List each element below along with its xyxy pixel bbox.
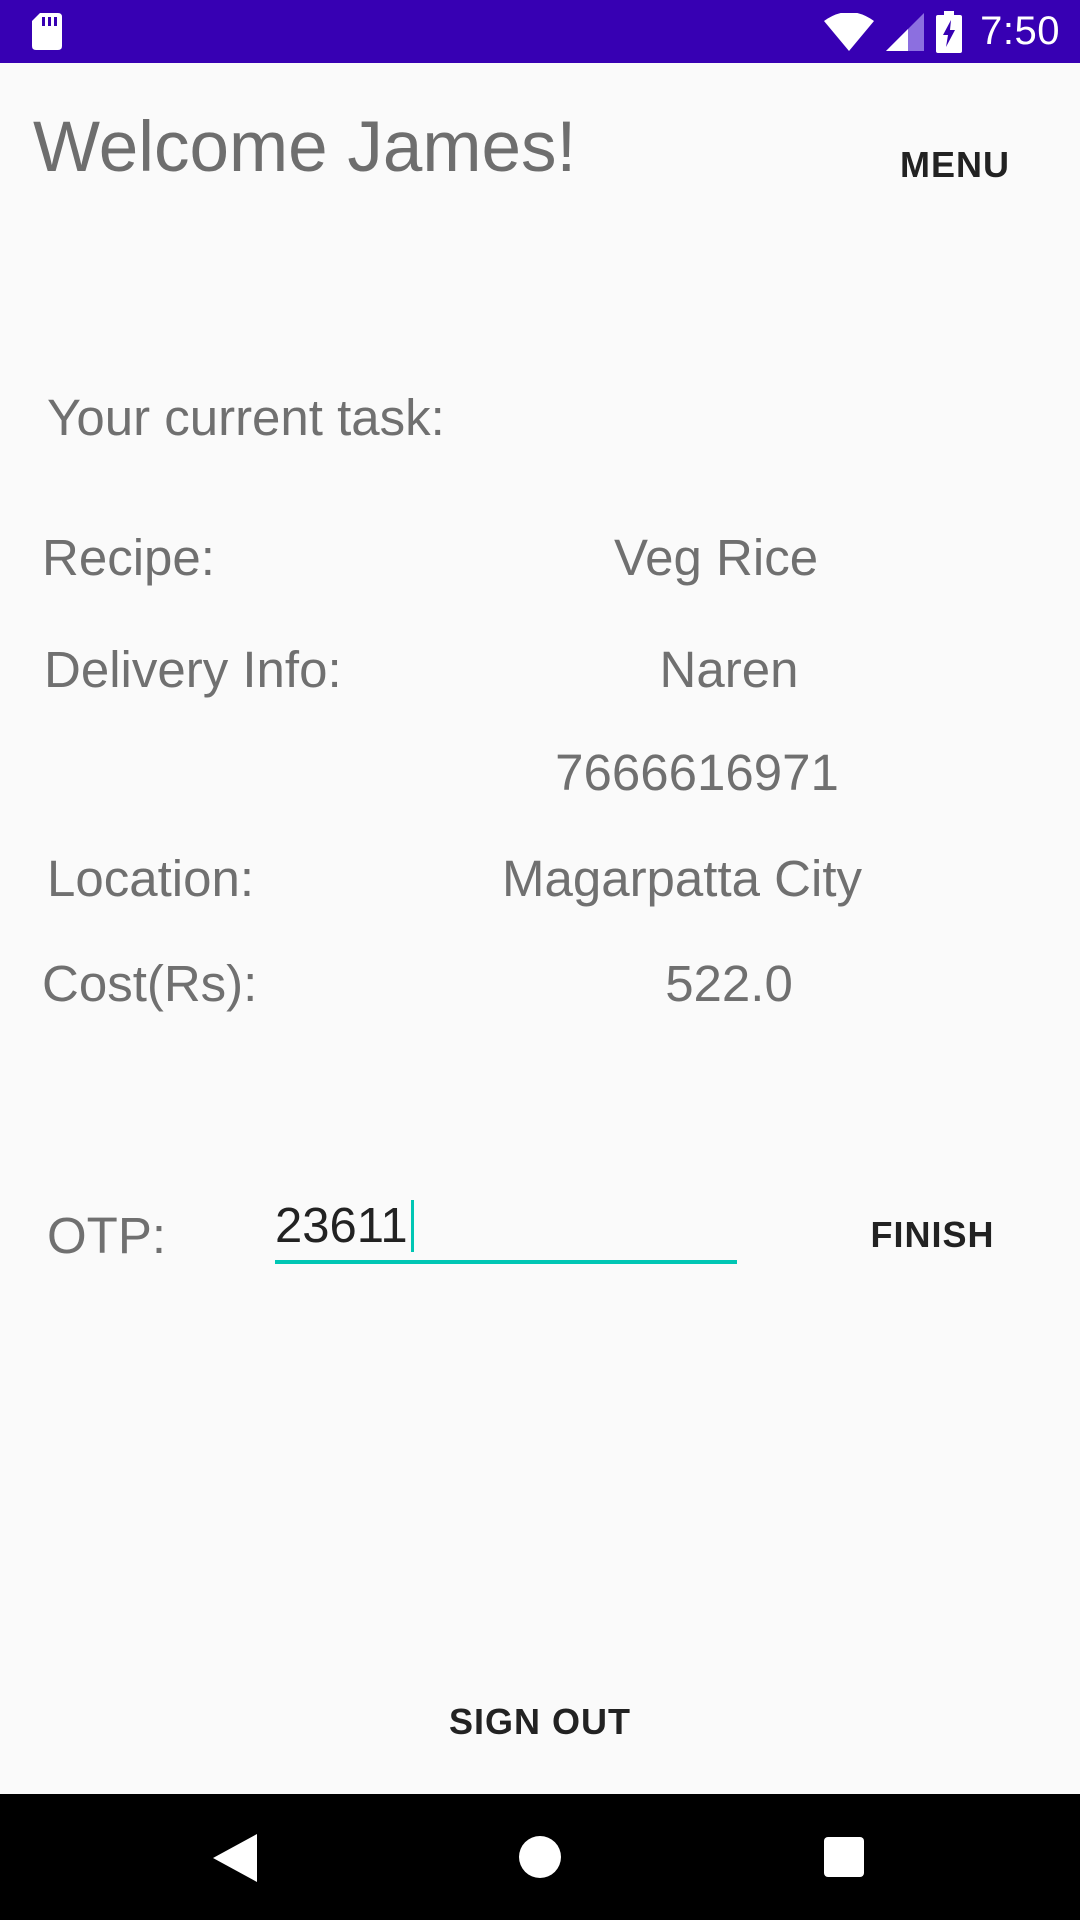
- otp-value: 23611: [275, 1199, 408, 1253]
- wifi-icon: [824, 12, 875, 51]
- sign-out-button[interactable]: SIGN OUT: [420, 1682, 660, 1762]
- cost-value: 522.0: [665, 955, 793, 1012]
- status-icons: 7:50: [824, 0, 1060, 63]
- cost-label: Cost(Rs):: [42, 955, 258, 1012]
- signal-icon: [886, 12, 925, 51]
- sd-card-icon: [32, 13, 62, 50]
- back-icon[interactable]: [213, 1834, 257, 1882]
- text-cursor: [410, 1200, 414, 1252]
- navigation-bar: [0, 1794, 1080, 1920]
- delivery-phone: 7666616971: [555, 744, 839, 801]
- delivery-task-screen: 7:50 Welcome James! MENU Your current ta…: [0, 0, 1080, 1920]
- location-label: Location:: [47, 850, 254, 907]
- battery-charging-icon: [936, 10, 963, 53]
- welcome-title: Welcome James!: [33, 108, 577, 187]
- delivery-name: Naren: [659, 641, 799, 698]
- otp-input[interactable]: 23611: [275, 1190, 737, 1264]
- otp-label: OTP:: [47, 1207, 167, 1264]
- status-bar: 7:50: [0, 0, 1080, 63]
- menu-button[interactable]: MENU: [880, 125, 1030, 205]
- current-task-heading: Your current task:: [47, 389, 445, 446]
- status-time: 7:50: [980, 9, 1060, 53]
- recipe-value: Veg Rice: [613, 529, 819, 586]
- delivery-info-label: Delivery Info:: [44, 641, 342, 698]
- home-icon[interactable]: [519, 1836, 561, 1878]
- recents-icon[interactable]: [824, 1837, 864, 1877]
- location-value: Magarpatta City: [502, 850, 862, 907]
- recipe-label: Recipe:: [42, 529, 215, 586]
- finish-button[interactable]: FINISH: [860, 1195, 1005, 1275]
